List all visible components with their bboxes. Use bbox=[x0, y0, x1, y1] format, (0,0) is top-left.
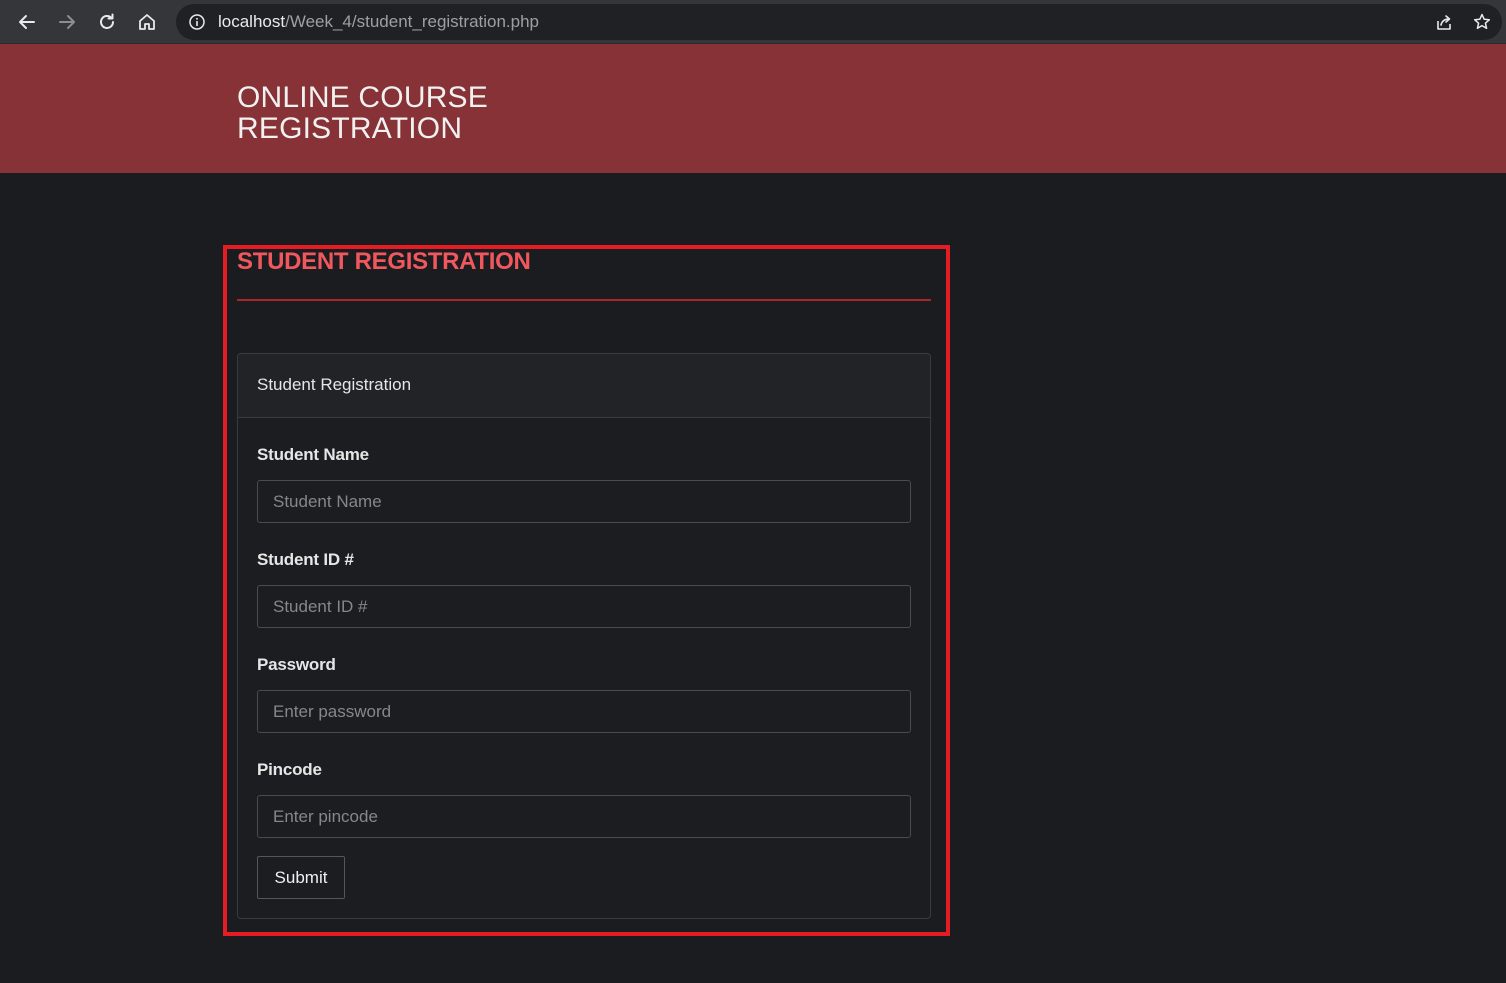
home-button[interactable] bbox=[132, 7, 162, 37]
pincode-input[interactable] bbox=[257, 795, 911, 838]
section-title: STUDENT REGISTRATION bbox=[237, 248, 531, 275]
password-label: Password bbox=[257, 655, 336, 674]
address-bar[interactable]: localhost/Week_4/student_registration.ph… bbox=[176, 4, 1502, 40]
info-icon[interactable] bbox=[188, 13, 206, 31]
browser-toolbar: localhost/Week_4/student_registration.ph… bbox=[0, 0, 1506, 44]
site-header: ONLINE COURSE REGISTRATION bbox=[0, 44, 1506, 173]
student-id-label: Student ID # bbox=[257, 550, 354, 569]
site-title-line1: ONLINE COURSE bbox=[237, 81, 488, 114]
forward-arrow-icon bbox=[59, 15, 75, 29]
registration-form-card: Student Registration Student Name Studen… bbox=[237, 353, 931, 919]
url-host: localhost bbox=[218, 12, 286, 31]
star-icon[interactable] bbox=[1472, 12, 1492, 32]
forward-button[interactable] bbox=[52, 7, 82, 37]
password-input[interactable] bbox=[257, 690, 911, 733]
reload-button[interactable] bbox=[92, 7, 122, 37]
back-button[interactable] bbox=[12, 7, 42, 37]
reload-icon bbox=[100, 13, 114, 29]
card-header: Student Registration bbox=[238, 354, 930, 418]
submit-button[interactable]: Submit bbox=[257, 856, 345, 899]
back-arrow-icon bbox=[19, 15, 35, 29]
section-divider bbox=[237, 299, 931, 301]
student-id-input[interactable] bbox=[257, 585, 911, 628]
share-icon[interactable] bbox=[1434, 12, 1454, 32]
url-text[interactable]: localhost/Week_4/student_registration.ph… bbox=[218, 12, 539, 32]
pincode-label: Pincode bbox=[257, 760, 322, 779]
home-icon bbox=[139, 14, 155, 30]
student-name-label: Student Name bbox=[257, 445, 369, 464]
site-title: ONLINE COURSE REGISTRATION bbox=[237, 82, 497, 144]
student-name-input[interactable] bbox=[257, 480, 911, 523]
url-path: /Week_4/student_registration.php bbox=[285, 12, 540, 31]
site-title-line2: REGISTRATION bbox=[237, 112, 463, 145]
